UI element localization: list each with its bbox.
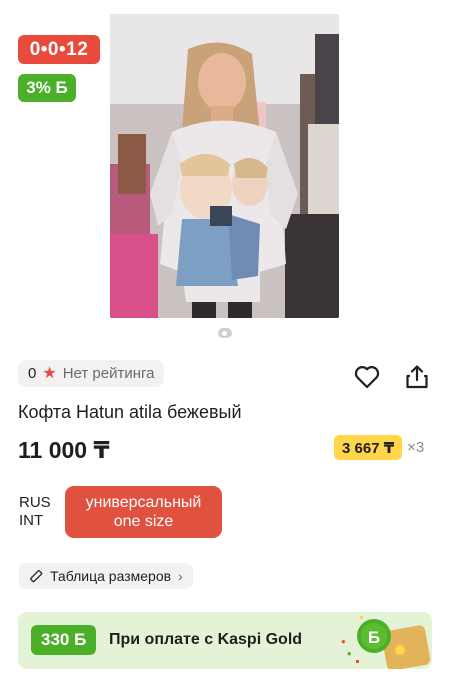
size-option-line1: универсальный	[85, 494, 202, 511]
heart-icon	[354, 366, 380, 389]
favorite-button[interactable]	[353, 363, 381, 391]
svg-text:Б: Б	[368, 628, 380, 647]
product-gallery[interactable]: 0•0•12 3% Б	[0, 0, 450, 338]
ruler-icon	[30, 570, 43, 583]
size-option-line2: one size	[113, 513, 174, 530]
installment-badge: 0•0•12	[18, 35, 100, 64]
share-button[interactable]	[403, 363, 431, 391]
chevron-right-icon: ›	[178, 568, 183, 584]
size-option-one-size[interactable]: универсальный one size	[65, 486, 222, 538]
kaspi-bonus-pill: 330 Б	[31, 625, 97, 655]
size-table-label: Таблица размеров	[50, 568, 172, 584]
product-title: Кофта Hatun atila бежевый	[18, 402, 242, 422]
share-icon	[406, 365, 428, 389]
size-system-rus: RUS	[19, 494, 51, 511]
rating-label: Нет рейтинга	[62, 365, 155, 382]
size-system-int: INT	[19, 512, 44, 529]
installment-times: ×3	[407, 439, 425, 456]
rating-count: 0	[28, 365, 37, 382]
product-price: 11 000 ₸	[18, 437, 110, 463]
star-icon: ★	[42, 364, 57, 382]
product-photo[interactable]	[110, 14, 339, 318]
gallery-pagination-dot	[218, 328, 232, 338]
size-table-link[interactable]: Таблица размеров ›	[19, 563, 193, 589]
installment-offer[interactable]: 3 667 ₸ ×3	[334, 435, 424, 460]
installment-amount: 3 667 ₸	[334, 435, 403, 460]
rating-chip[interactable]: 0 ★ Нет рейтинга	[18, 360, 165, 387]
bonus-badge: 3% Б	[18, 74, 76, 102]
size-system-label: RUS INT	[19, 494, 51, 530]
kaspi-banner-text: При оплате с Kaspi Gold	[109, 631, 303, 648]
kaspi-gold-banner[interactable]: 330 Б При оплате с Kaspi Gold Б	[18, 612, 432, 669]
kaspi-bonus-illustration-icon: Б	[341, 616, 431, 669]
